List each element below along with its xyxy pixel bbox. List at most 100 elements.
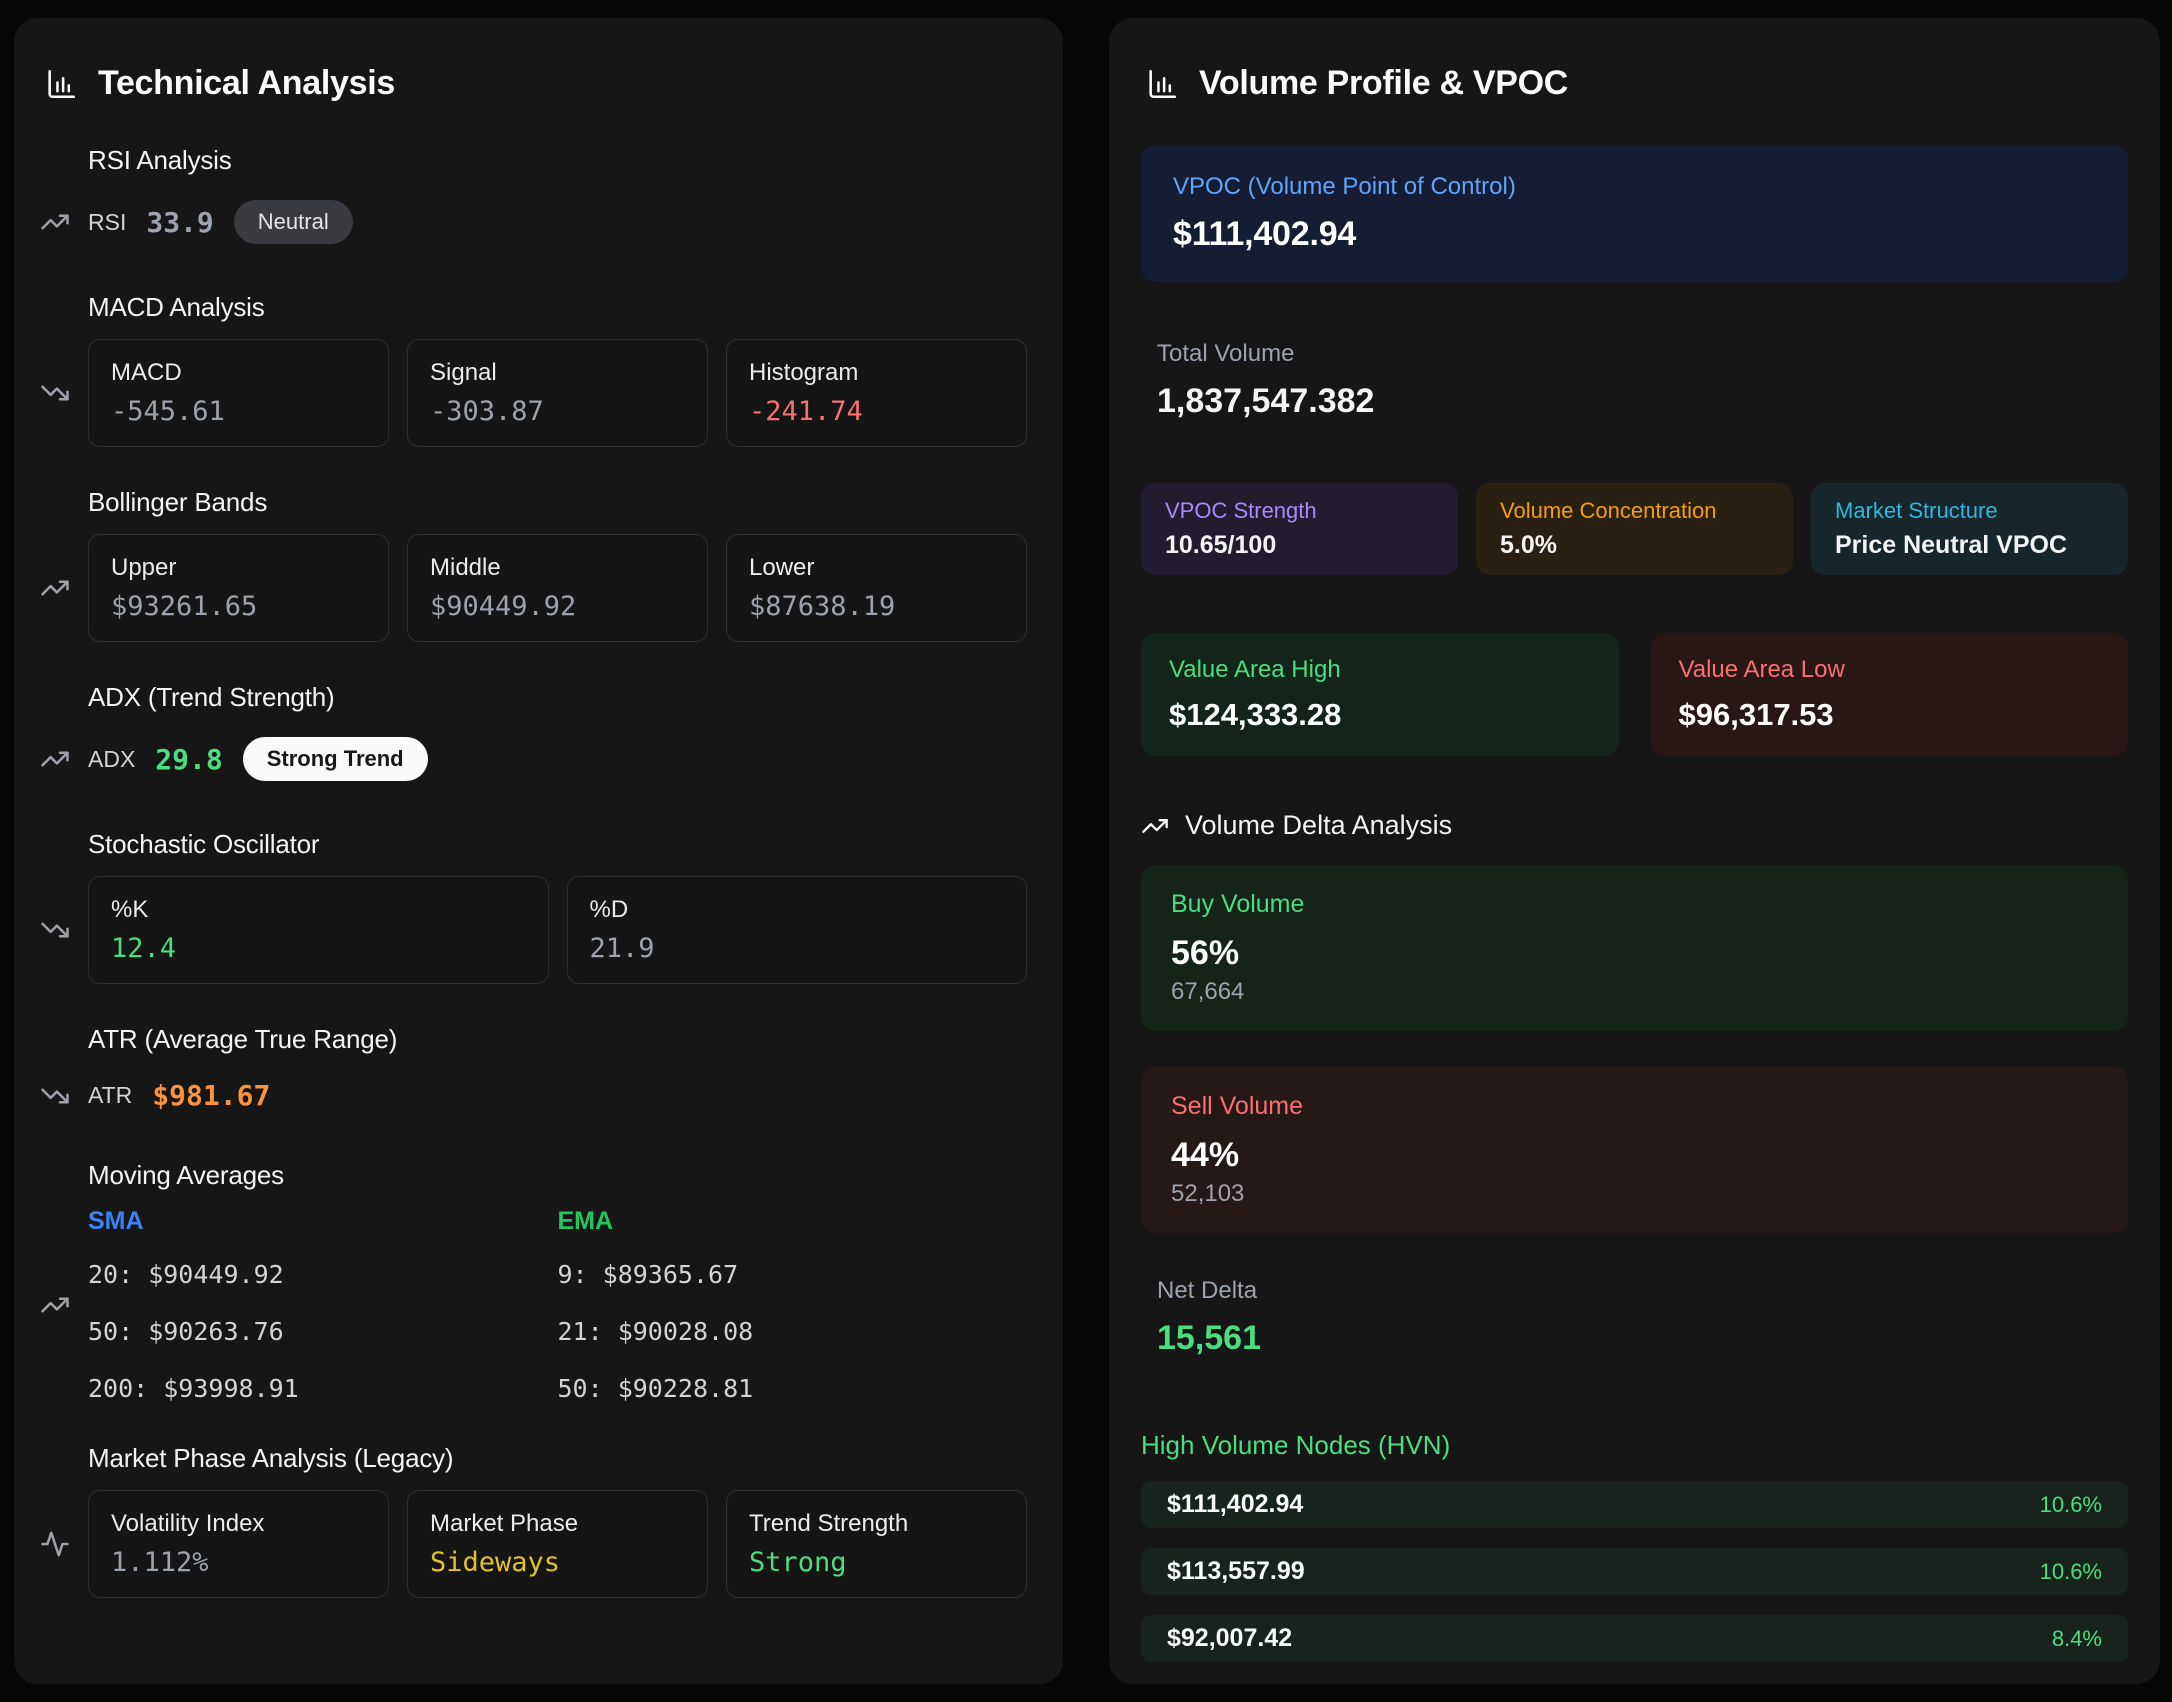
- bollinger-section: Bollinger Bands Upper $93261.65 Middle $…: [40, 487, 1027, 642]
- market-phase-card: Market Phase Sideways: [407, 1490, 708, 1598]
- adx-metric-row: ADX 29.8 Strong Trend: [88, 729, 1027, 789]
- moving-averages-heading: Moving Averages: [88, 1160, 1027, 1191]
- ema-21-row: 21: $90028.08: [558, 1317, 1028, 1346]
- sell-volume-label: Sell Volume: [1171, 1092, 2098, 1121]
- trending-down-icon: [40, 1081, 88, 1111]
- hvn-pct: 8.4%: [2052, 1626, 2102, 1652]
- vpoc-card: VPOC (Volume Point of Control) $111,402.…: [1141, 145, 2128, 282]
- total-volume-block: Total Volume 1,837,547.382: [1141, 340, 2128, 421]
- value-area-high-value: $124,333.28: [1169, 697, 1591, 733]
- card-value: -241.74: [749, 396, 1004, 427]
- macd-section: MACD Analysis MACD -545.61 Signal -303.8…: [40, 292, 1027, 447]
- sma-20-row: 20: $90449.92: [88, 1260, 558, 1289]
- card-value: Strong: [749, 1547, 1004, 1578]
- macd-heading: MACD Analysis: [88, 292, 1027, 323]
- sell-volume-card: Sell Volume 44% 52,103: [1141, 1067, 2128, 1233]
- volatility-index-card: Volatility Index 1.112%: [88, 1490, 389, 1598]
- hvn-row: $92,007.42 8.4%: [1141, 1615, 2128, 1662]
- sma-200-row: 200: $93998.91: [88, 1374, 558, 1403]
- market-structure-chip: Market Structure Price Neutral VPOC: [1811, 483, 2128, 575]
- chip-value: 5.0%: [1500, 531, 1769, 560]
- value-area-low-value: $96,317.53: [1679, 697, 2101, 733]
- volume-concentration-chip: Volume Concentration 5.0%: [1476, 483, 1793, 575]
- rsi-value: 33.9: [146, 206, 213, 239]
- card-value: -545.61: [111, 396, 366, 427]
- card-label: %K: [111, 896, 526, 924]
- market-phase-section: Market Phase Analysis (Legacy) Volatilit…: [40, 1443, 1027, 1598]
- hvn-price: $92,007.42: [1167, 1624, 1292, 1653]
- page-title: Volume Profile & VPOC: [1199, 64, 1568, 103]
- card-label: MACD: [111, 359, 366, 387]
- hvn-row: $113,557.99 10.6%: [1141, 1548, 2128, 1595]
- hvn-pct: 10.6%: [2040, 1559, 2102, 1585]
- net-delta-block: Net Delta 15,561: [1141, 1277, 2128, 1358]
- adx-value: 29.8: [155, 743, 222, 776]
- volume-profile-header: Volume Profile & VPOC: [1141, 64, 2128, 103]
- hvn-price: $113,557.99: [1167, 1557, 1305, 1586]
- volume-delta-heading: Volume Delta Analysis: [1185, 810, 1452, 841]
- net-delta-value: 15,561: [1157, 1319, 2128, 1358]
- adx-label: ADX: [88, 746, 135, 773]
- card-value: 21.9: [590, 933, 1005, 964]
- hvn-price: $111,402.94: [1167, 1490, 1303, 1519]
- chip-label: Market Structure: [1835, 498, 2104, 524]
- hvn-row: $111,402.94 10.6%: [1141, 1481, 2128, 1528]
- card-label: Signal: [430, 359, 685, 387]
- card-label: Histogram: [749, 359, 1004, 387]
- trend-strength-card: Trend Strength Strong: [726, 1490, 1027, 1598]
- card-value: -303.87: [430, 396, 685, 427]
- stochastic-section: Stochastic Oscillator %K 12.4 %D 21.9: [40, 829, 1027, 984]
- rsi-label: RSI: [88, 209, 126, 236]
- sma-50-row: 50: $90263.76: [88, 1317, 558, 1346]
- value-area-high-card: Value Area High $124,333.28: [1141, 633, 1619, 756]
- total-volume-label: Total Volume: [1157, 340, 2128, 368]
- vpoc-stat-chips: VPOC Strength 10.65/100 Volume Concentra…: [1141, 483, 2128, 575]
- value-area-grid: Value Area High $124,333.28 Value Area L…: [1141, 633, 2128, 756]
- buy-volume-card: Buy Volume 56% 67,664: [1141, 865, 2128, 1031]
- bar-chart-icon: [1145, 67, 1179, 101]
- adx-heading: ADX (Trend Strength): [88, 682, 1027, 713]
- total-volume-value: 1,837,547.382: [1157, 382, 2128, 421]
- card-label: Volatility Index: [111, 1510, 366, 1538]
- trending-down-icon: [40, 378, 88, 408]
- vpoc-strength-chip: VPOC Strength 10.65/100: [1141, 483, 1458, 575]
- technical-analysis-header: Technical Analysis: [40, 64, 1027, 103]
- stochastic-d-card: %D 21.9: [567, 876, 1028, 984]
- chip-value: 10.65/100: [1165, 531, 1434, 560]
- chip-value: Price Neutral VPOC: [1835, 531, 2104, 560]
- market-phase-heading: Market Phase Analysis (Legacy): [88, 1443, 1027, 1474]
- card-label: Lower: [749, 554, 1004, 582]
- trending-up-icon: [40, 573, 88, 603]
- macd-card: MACD -545.61: [88, 339, 389, 447]
- trending-up-icon: [1141, 812, 1169, 840]
- bar-chart-icon: [44, 67, 78, 101]
- histogram-card: Histogram -241.74: [726, 339, 1027, 447]
- adx-status-badge: Strong Trend: [243, 737, 428, 781]
- atr-metric-row: ATR $981.67: [88, 1071, 1027, 1120]
- chip-label: VPOC Strength: [1165, 498, 1434, 524]
- stochastic-k-card: %K 12.4: [88, 876, 549, 984]
- atr-value: $981.67: [152, 1079, 270, 1112]
- ema-9-row: 9: $89365.67: [558, 1260, 1028, 1289]
- trending-up-icon: [40, 1290, 88, 1320]
- card-value: 1.112%: [111, 1547, 366, 1578]
- ema-column: EMA 9: $89365.67 21: $90028.08 50: $9022…: [558, 1207, 1028, 1403]
- card-value: $93261.65: [111, 591, 366, 622]
- ema-50-row: 50: $90228.81: [558, 1374, 1028, 1403]
- technical-analysis-panel: Technical Analysis RSI Analysis RSI 33.9…: [14, 18, 1063, 1684]
- net-delta-label: Net Delta: [1157, 1277, 2128, 1305]
- chip-label: Volume Concentration: [1500, 498, 1769, 524]
- stochastic-heading: Stochastic Oscillator: [88, 829, 1027, 860]
- rsi-metric-row: RSI 33.9 Neutral: [88, 192, 1027, 252]
- activity-icon: [40, 1529, 88, 1559]
- card-label: Trend Strength: [749, 1510, 1004, 1538]
- card-label: %D: [590, 896, 1005, 924]
- moving-averages-section: Moving Averages SMA 20: $90449.92 50: $9…: [40, 1160, 1027, 1403]
- card-value: $87638.19: [749, 591, 1004, 622]
- adx-section: ADX (Trend Strength) ADX 29.8 Strong Tre…: [40, 682, 1027, 789]
- value-area-low-card: Value Area Low $96,317.53: [1651, 633, 2129, 756]
- hvn-pct: 10.6%: [2040, 1492, 2102, 1518]
- card-label: Market Phase: [430, 1510, 685, 1538]
- bollinger-heading: Bollinger Bands: [88, 487, 1027, 518]
- value-area-low-label: Value Area Low: [1679, 656, 2101, 684]
